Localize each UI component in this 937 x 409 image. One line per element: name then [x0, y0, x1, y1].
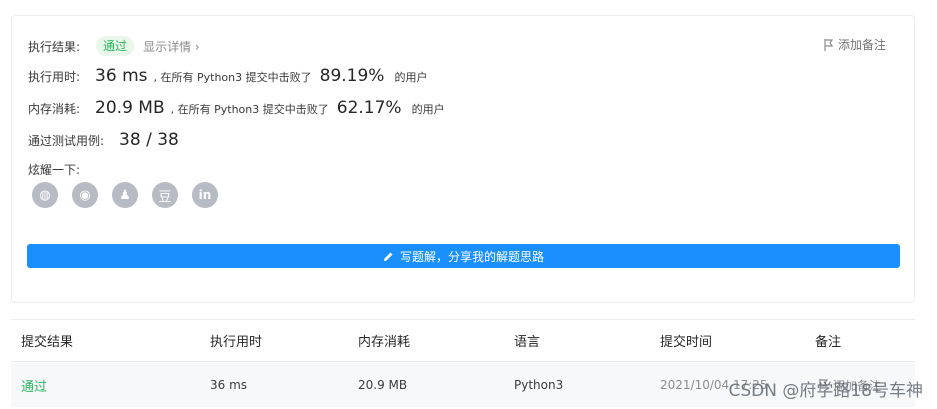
pencil-icon	[383, 252, 393, 261]
runtime-suffix: 的用户	[394, 71, 428, 84]
tests-label: 通过测试用例:	[28, 134, 105, 148]
result-label: 执行结果:	[28, 39, 81, 54]
runtime-label: 执行用时:	[28, 70, 81, 84]
tests-value: 38 / 38	[119, 130, 179, 150]
wechat-icon[interactable]: ◍	[32, 182, 58, 208]
header-runtime: 执行用时	[210, 335, 263, 350]
row-memory: 20.9 MB	[358, 378, 408, 392]
write-solution-label: 写题解，分享我的解题思路	[399, 249, 544, 264]
table-header: 提交结果 执行用时 内存消耗 语言 提交时间 备注	[11, 320, 915, 362]
share-label: 炫耀一下:	[28, 163, 81, 177]
header-language: 语言	[514, 335, 541, 350]
header-note: 备注	[815, 335, 842, 350]
share-label-row: 炫耀一下:	[28, 161, 80, 178]
row-result-link[interactable]: 通过	[21, 363, 47, 407]
status-badge: 通过	[96, 36, 135, 56]
result-row: 执行结果: 通过 显示详情 ›	[28, 36, 200, 56]
memory-percent: 62.17%	[336, 98, 402, 118]
memory-beats-text: , 在所有 Python3 提交中击败了	[170, 103, 329, 116]
header-memory: 内存消耗	[358, 335, 411, 350]
douban-icon[interactable]: 豆	[152, 182, 178, 208]
write-solution-button[interactable]: 写题解，分享我的解题思路	[27, 244, 900, 268]
header-result: 提交结果	[21, 335, 74, 350]
show-details-link[interactable]: 显示详情 ›	[143, 38, 200, 55]
header-time: 提交时间	[660, 335, 713, 350]
tests-row: 通过测试用例: 38 / 38	[28, 130, 179, 150]
runtime-beats-text: , 在所有 Python3 提交中击败了	[153, 71, 312, 84]
memory-suffix: 的用户	[411, 103, 445, 116]
runtime-percent: 89.19%	[319, 66, 385, 86]
flag-icon	[824, 38, 834, 51]
weibo-icon[interactable]: ◉	[72, 182, 98, 208]
share-icons: ◍ ◉ ♟ 豆 in	[32, 182, 218, 208]
linkedin-icon[interactable]: in	[192, 182, 218, 208]
runtime-row: 执行用时: 36 ms , 在所有 Python3 提交中击败了 89.19% …	[28, 66, 427, 86]
row-runtime: 36 ms	[210, 378, 248, 392]
memory-row: 内存消耗: 20.9 MB , 在所有 Python3 提交中击败了 62.17…	[28, 98, 445, 118]
memory-label: 内存消耗:	[28, 102, 81, 116]
memory-value: 20.9 MB	[95, 98, 165, 118]
qq-icon[interactable]: ♟	[112, 182, 138, 208]
watermark: CSDN @府学路18号车神	[728, 381, 923, 401]
add-note-button[interactable]: 添加备注	[824, 36, 886, 53]
runtime-value: 36 ms	[95, 66, 148, 86]
row-language: Python3	[514, 378, 564, 392]
submission-result-card: 执行结果: 通过 显示详情 › 添加备注 执行用时: 36 ms , 在所有 P…	[11, 15, 915, 303]
add-note-label: 添加备注	[837, 38, 886, 52]
